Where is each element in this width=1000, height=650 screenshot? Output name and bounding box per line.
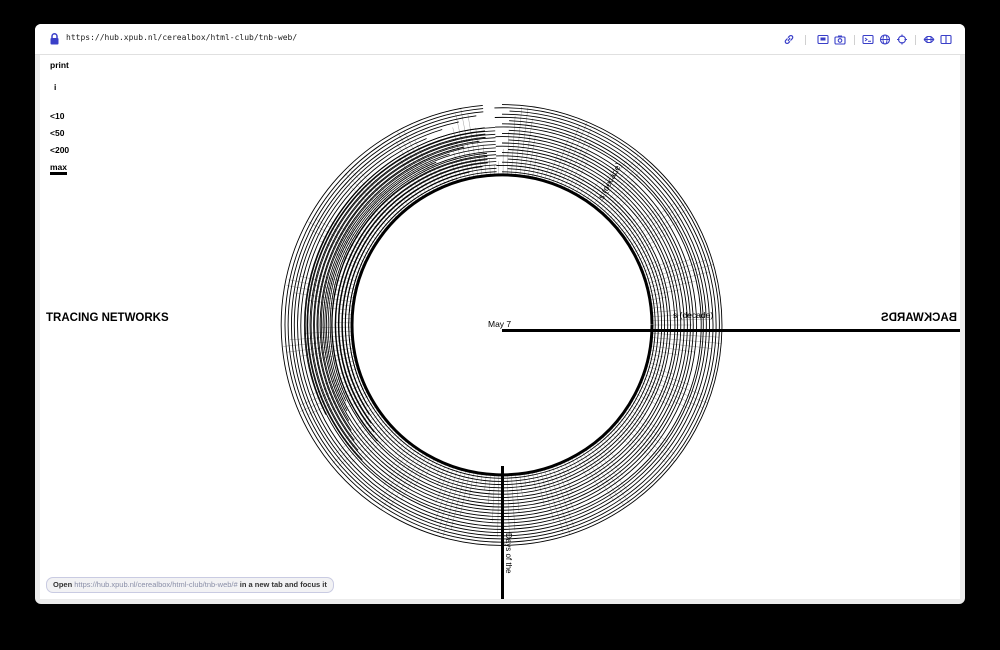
timeline-tick — [575, 176, 585, 194]
timeline-tick — [497, 475, 499, 537]
timeline-tick — [480, 474, 483, 484]
timeline-tick — [467, 114, 479, 176]
toolbar-separator — [854, 35, 855, 45]
resize-icon[interactable] — [923, 34, 935, 45]
globe-icon[interactable] — [879, 34, 891, 45]
status-url: https://hub.xpub.nl/cerealbox/html-club/… — [74, 580, 238, 589]
timeline-tick — [488, 475, 491, 504]
decade-label-right: s (decade) — [673, 310, 713, 320]
timeline-tick — [373, 225, 383, 234]
timeline-tick — [582, 188, 589, 198]
terminal-icon[interactable] — [862, 34, 874, 45]
screenshot-icon[interactable] — [817, 34, 829, 45]
timeline-tick — [413, 457, 431, 488]
timeline-axis — [502, 329, 960, 332]
status-prefix: Open — [53, 580, 73, 589]
network-visualization: May 7 s (decade) s (decade) Days of the — [280, 104, 960, 599]
timeline-tick — [468, 473, 474, 501]
timeline-tick — [651, 302, 661, 305]
timeline-tick — [334, 356, 355, 361]
vertical-axis — [501, 466, 504, 599]
status-suffix: in a new tab and focus it — [239, 580, 327, 589]
center-date-label: May 7 — [488, 319, 511, 329]
toolbar-separator — [805, 35, 806, 45]
lock-icon — [50, 33, 59, 45]
link-icon[interactable] — [783, 34, 795, 45]
timeline-tick — [636, 245, 656, 257]
timeline-tick — [625, 411, 669, 443]
timeline-tick — [611, 211, 623, 222]
timeline-tick — [492, 475, 495, 522]
timeline-ring — [334, 157, 497, 433]
timeline-tick — [650, 350, 678, 355]
vertical-axis-label: Days of the — [504, 533, 513, 574]
address-bar[interactable]: https://hub.xpub.nl/cerealbox/html-club/… — [35, 24, 965, 55]
toolbar-separator — [915, 35, 916, 45]
url-text[interactable]: https://hub.xpub.nl/cerealbox/html-club/… — [66, 33, 297, 42]
timeline-tick — [532, 472, 537, 492]
timeline-tick — [649, 358, 659, 361]
camera-icon[interactable] — [834, 34, 846, 45]
timeline-tick — [605, 434, 613, 442]
browser-window: https://hub.xpub.nl/cerealbox/html-club/… — [35, 24, 965, 604]
page-content: print i <10 <50 <200 max TRACING NETWORK… — [40, 55, 960, 599]
crosshair-icon[interactable] — [896, 34, 908, 45]
link-status-tooltip: Open https://hub.xpub.nl/cerealbox/html-… — [46, 577, 334, 593]
sidebar-icon[interactable] — [940, 34, 952, 45]
